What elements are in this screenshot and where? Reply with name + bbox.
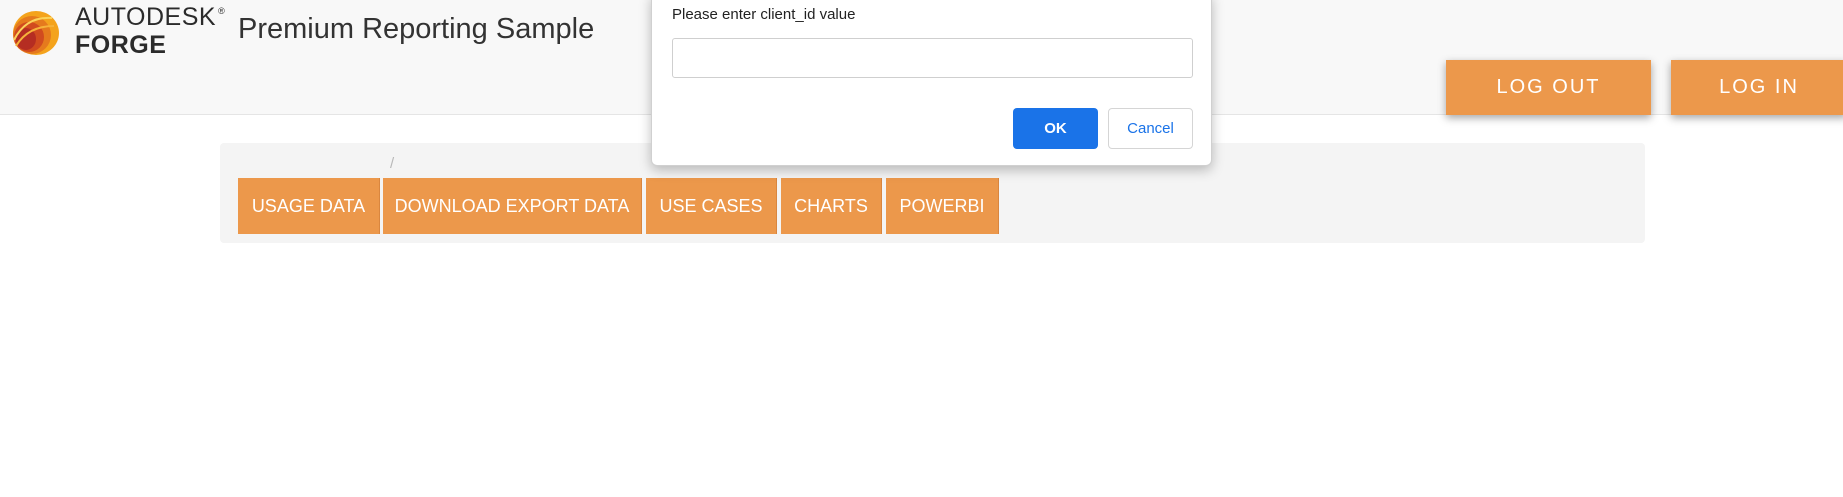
logout-button[interactable]: LOG OUT — [1446, 60, 1651, 115]
nav-use-cases-button[interactable]: USE CASES — [646, 178, 777, 234]
page-title: Premium Reporting Sample — [238, 13, 595, 45]
nav-download-export-data-button[interactable]: DOWNLOAD EXPORT DATA — [383, 178, 642, 234]
ok-button[interactable]: OK — [1013, 108, 1098, 149]
brand-autodesk: AUTODESK — [75, 3, 217, 31]
login-button[interactable]: LOG IN — [1671, 60, 1843, 115]
breadcrumb-separator: / — [390, 155, 395, 172]
prompt-dialog: Please enter client_id value OK Cancel — [651, 0, 1212, 166]
client-id-input[interactable] — [672, 38, 1193, 78]
nav-usage-data-button[interactable]: USAGE DATA — [238, 178, 380, 234]
nav-powerbi-button[interactable]: POWERBI — [886, 178, 999, 234]
dialog-message: Please enter client_id value — [672, 6, 856, 23]
brand-wordmark: AUTODESK ® FORGE — [75, 5, 225, 58]
nav-charts-button[interactable]: CHARTS — [781, 178, 882, 234]
brand-registered-mark: ® — [218, 6, 226, 16]
cancel-button[interactable]: Cancel — [1108, 108, 1193, 149]
brand-forge: FORGE — [75, 31, 167, 59]
autodesk-forge-logo-icon — [13, 11, 59, 55]
